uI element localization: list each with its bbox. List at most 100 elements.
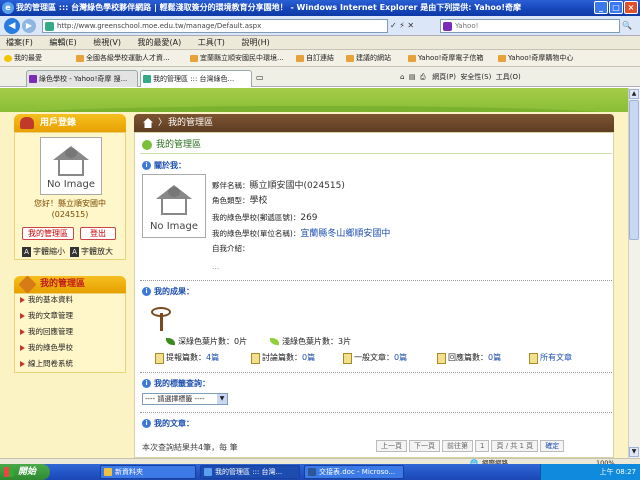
stat-value: 4篇 (206, 353, 220, 362)
tags-heading: 我的標籤查詢： (142, 378, 210, 389)
divider (140, 280, 612, 281)
role-type: 學校 (249, 196, 268, 206)
breadcrumb-separator: 〉 (158, 118, 168, 128)
close-button[interactable]: × (624, 1, 638, 14)
about-heading: 關於我： (142, 160, 186, 171)
postal-row: 我的綠色學校(郵遞區號)：269 (212, 212, 318, 224)
stat-label: 淺綠色葉片數： (282, 337, 338, 346)
menu-help[interactable]: 說明(H) (241, 38, 269, 47)
favorite-link[interactable]: Yahoo!奇摩購物中心 (498, 50, 573, 66)
sidebar-item-basic-info[interactable]: 我的基本資料 (18, 293, 122, 306)
clock[interactable]: 上午 08:27 (600, 468, 636, 476)
favorites-button[interactable]: 我的最愛 (4, 50, 42, 66)
scroll-down-button[interactable]: ▼ (629, 447, 639, 457)
no-image-label: No Image (46, 179, 96, 190)
menu-favorites[interactable]: 我的最愛(A) (138, 38, 182, 47)
stat-label: 深綠色葉片數： (178, 337, 234, 346)
postal-code: 269 (300, 213, 318, 223)
task-label: 交接表.doc - Microso... (319, 468, 396, 476)
all-articles-link[interactable]: 所有文章 (528, 352, 572, 364)
print-icon[interactable]: ⎙ (420, 73, 426, 81)
tab-yahoo-search[interactable]: 綠色學校 - Yahoo!奇摩 搜... (26, 70, 138, 87)
scroll-thumb[interactable] (629, 100, 639, 240)
site-icon (143, 75, 151, 83)
general-article-count[interactable]: 一般文章：0篇 (342, 352, 407, 364)
my-area-button[interactable]: 我的管理區 (22, 227, 74, 240)
logout-button[interactable]: 登出 (80, 227, 116, 240)
sidebar-item-green-school[interactable]: 我的綠色學校 (18, 341, 122, 354)
window-title-bar: e 我的管理區 ::: 台灣綠色學校夥伴網路 | 輕鬆淺取簽分的環境教育分享園地… (0, 0, 640, 16)
field-label: 我的綠色學校(郵遞區號)： (212, 213, 301, 222)
yahoo-icon (29, 75, 37, 83)
sidebar-item-articles[interactable]: 我的文章管理 (18, 309, 122, 322)
font-larger-button[interactable]: 字體放大 (70, 246, 113, 258)
login-title: 用戶登錄 (40, 118, 77, 128)
user-id: (024515) (51, 210, 89, 219)
favorite-link[interactable]: 自訂連結 (296, 50, 334, 66)
divider (140, 412, 612, 413)
stat-label: 提報篇數： (166, 353, 206, 362)
menu-tools[interactable]: 工具(T) (198, 38, 225, 47)
favorite-link[interactable]: 建議的網站 (346, 50, 391, 66)
prev-page-button[interactable]: 上一頁 (376, 440, 407, 452)
taskbar-item-word[interactable]: 交接表.doc - Microso... (304, 465, 404, 479)
search-input[interactable]: Yahoo! (440, 19, 620, 33)
tag-select[interactable]: ---- 請選擇標籤 ---- ▼ (142, 393, 228, 405)
main-content (134, 132, 614, 458)
menu-file[interactable]: 檔案(F) (6, 38, 33, 47)
scroll-up-button[interactable]: ▲ (629, 89, 639, 99)
task-label: 我的管理區 ::: 台灣... (215, 468, 283, 476)
proposal-count[interactable]: 提報篇數：4篇 (154, 352, 219, 364)
reply-count[interactable]: 回應篇數：0篇 (436, 352, 501, 364)
menu-view[interactable]: 檢視(V) (93, 38, 121, 47)
tab-label: 我的管理區 ::: 台灣綠色... (153, 75, 235, 83)
feeds-icon[interactable]: ▤ (409, 73, 416, 81)
ie-icon (204, 468, 212, 476)
minimize-button[interactable]: _ (594, 1, 608, 14)
tab-my-manage-area[interactable]: 我的管理區 ::: 台灣綠色... (140, 70, 252, 87)
school-unit-link[interactable]: 宜蘭縣冬山鄉順安國中 (300, 229, 390, 239)
new-tab-button[interactable]: ▭ (256, 69, 264, 86)
articles-heading: 我的文章： (142, 418, 194, 429)
favorite-link[interactable]: 全國各級學校運動人才資... (76, 50, 170, 66)
home-icon[interactable] (143, 118, 153, 128)
start-button[interactable]: 開始 (0, 464, 50, 480)
refresh-stop-controls[interactable]: ✓ ⚡ ✕ (390, 19, 430, 33)
taskbar-item-folder[interactable]: 新資料夾 (100, 465, 196, 479)
safety-menu[interactable]: 安全性(S) (460, 73, 491, 81)
search-placeholder: Yahoo! (455, 22, 479, 30)
search-icon[interactable]: 🔍 (622, 19, 636, 33)
stat-value: 0篇 (302, 353, 316, 362)
tools-menu[interactable]: 工具(O) (496, 73, 521, 81)
menu-edit[interactable]: 編輯(E) (49, 38, 76, 47)
sidebar-item-survey[interactable]: 線上問卷系統 (18, 357, 122, 370)
yahoo-icon (443, 22, 452, 31)
discussion-count[interactable]: 討論篇數：0篇 (250, 352, 315, 364)
favorite-link[interactable]: 宜蘭縣立順安國民中環境... (190, 50, 284, 66)
page-menu[interactable]: 網頁(P) (432, 73, 456, 81)
avatar: No Image (40, 137, 102, 195)
taskbar-item-browser[interactable]: 我的管理區 ::: 台灣... (200, 465, 300, 479)
site-icon (45, 22, 54, 31)
house-body (161, 199, 187, 215)
confirm-button[interactable]: 確定 (540, 440, 565, 452)
stat-value: 0篇 (488, 353, 502, 362)
sidebar-item-replies[interactable]: 我的回應管理 (18, 325, 122, 338)
url-field[interactable]: http://www.greenschool.moe.edu.tw/manage… (42, 19, 388, 33)
maximize-button[interactable]: □ (609, 1, 623, 14)
font-smaller-button[interactable]: 字體縮小 (22, 246, 65, 258)
stat-value: 3片 (338, 337, 352, 346)
result-count: 本次查詢結果共4筆，每 筆 (142, 443, 238, 452)
page-title: 我的管理區 (142, 138, 201, 152)
menu-bar: 檔案(F) 編輯(E) 檢視(V) 我的最愛(A) 工具(T) 說明(H) (0, 36, 640, 50)
back-button[interactable]: ◀ (4, 18, 20, 34)
tools-icon (18, 275, 37, 294)
next-page-button[interactable]: 下一頁 (409, 440, 440, 452)
word-icon (308, 468, 316, 476)
forward-button[interactable]: ▶ (22, 19, 36, 33)
command-bar: ⌂ ▤ ⎙ 網頁(P) 安全性(S) 工具(O) (400, 69, 636, 86)
home-icon[interactable]: ⌂ (400, 73, 404, 81)
favorite-link[interactable]: Yahoo!奇摩電子信箱 (408, 50, 483, 66)
page-input[interactable]: 1 (475, 440, 490, 452)
chevron-down-icon: ▼ (217, 394, 227, 404)
